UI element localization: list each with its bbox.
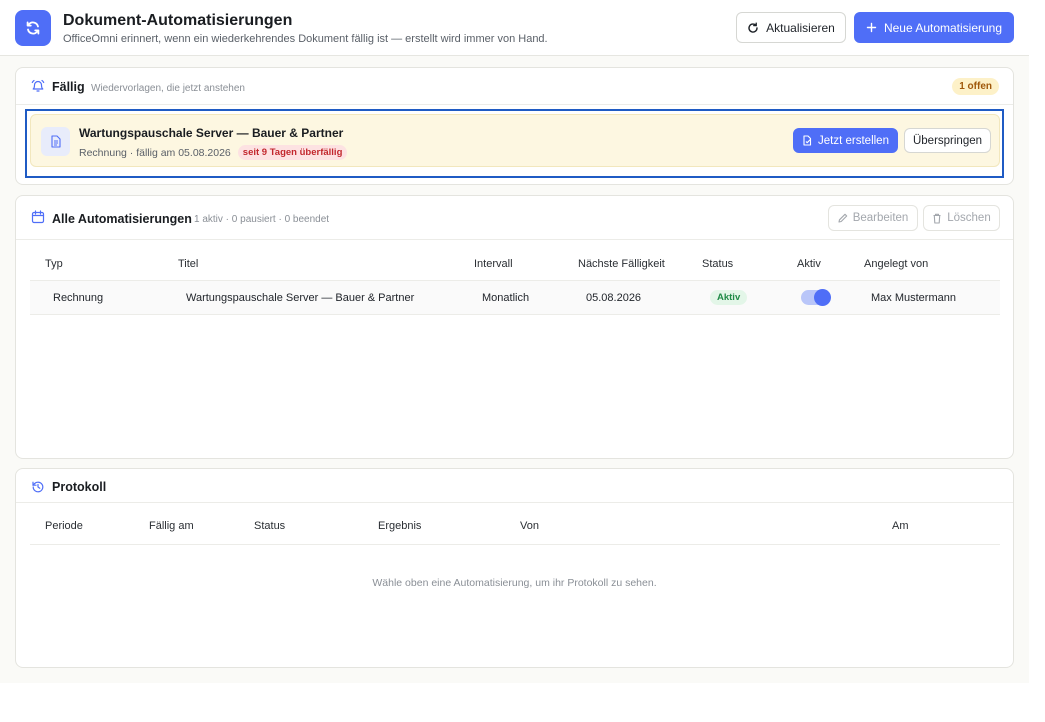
due-item: Wartungspauschale Server — Bauer & Partn… (30, 114, 1000, 167)
due-item-title: Wartungspauschale Server — Bauer & Partn… (79, 126, 344, 140)
column-header-next-due[interactable]: Nächste Fälligkeit (578, 258, 665, 270)
document-create-icon (803, 135, 812, 146)
log-empty-state: Wähle oben eine Automatisierung, um ihr … (372, 577, 657, 589)
column-header-created-by[interactable]: Angelegt von (864, 258, 928, 270)
log-header-by[interactable]: Von (520, 520, 539, 532)
automations-section-hint: 1 aktiv · 0 pausiert · 0 beendet (194, 214, 330, 225)
refresh-button[interactable]: Aktualisieren (736, 12, 846, 43)
page-subtitle: OfficeOmni erinnert, wenn ein wiederkehr… (63, 33, 548, 45)
app-root: Dokument-Automatisierungen OfficeOmni er… (0, 0, 1029, 683)
delete-button[interactable]: Löschen (923, 205, 1000, 231)
cell-next-due: 05.08.2026 (586, 292, 642, 304)
due-section: Fällig Wiedervorlagen, die jetzt anstehe… (15, 67, 1014, 185)
refresh-icon (748, 22, 758, 33)
column-header-interval[interactable]: Intervall (474, 258, 513, 270)
due-section-title: Fällig (52, 80, 85, 94)
edit-button[interactable]: Bearbeiten (828, 205, 918, 231)
automations-section-title: Alle Automatisierungen (52, 212, 192, 226)
edit-label: Bearbeiten (852, 212, 909, 224)
column-header-active[interactable]: Aktiv (797, 258, 821, 270)
active-toggle[interactable] (801, 289, 831, 306)
open-count-badge: 1 offen (952, 78, 999, 95)
table-row[interactable]: Rechnung Wartungspauschale Server — Baue… (30, 280, 1000, 315)
skip-button[interactable]: Überspringen (904, 128, 991, 153)
log-header-result[interactable]: Ergebnis (378, 520, 421, 532)
pencil-icon (838, 213, 847, 223)
due-section-header: Fällig Wiedervorlagen, die jetzt anstehe… (16, 68, 1013, 105)
new-automation-label: Neue Automatisierung (883, 20, 1003, 35)
refresh-label: Aktualisieren (766, 20, 835, 35)
page-header: Dokument-Automatisierungen OfficeOmni er… (0, 0, 1029, 56)
due-item-meta-text: Rechnung · fällig am 05.08.2026 (79, 146, 231, 159)
delete-label: Löschen (947, 212, 991, 224)
column-header-status[interactable]: Status (702, 258, 733, 270)
automations-section: Alle Automatisierungen 1 aktiv · 0 pausi… (15, 195, 1014, 459)
plus-icon (866, 22, 877, 33)
column-header-type[interactable]: Typ (45, 258, 63, 270)
create-now-label: Jetzt erstellen (818, 134, 889, 147)
column-header-title[interactable]: Titel (178, 258, 198, 270)
automation-sync-icon (15, 10, 51, 46)
due-item-meta: Rechnung · fällig am 05.08.2026 seit 9 T… (79, 145, 348, 160)
log-section: Protokoll Periode Fällig am Status Ergeb… (15, 468, 1014, 668)
log-header-period[interactable]: Periode (45, 520, 83, 532)
cell-interval: Monatlich (482, 292, 530, 304)
cell-title: Wartungspauschale Server — Bauer & Partn… (186, 292, 415, 304)
automations-section-header: Alle Automatisierungen 1 aktiv · 0 pausi… (16, 196, 1013, 240)
page-title: Dokument-Automatisierungen (63, 12, 293, 29)
log-header-status[interactable]: Status (254, 520, 285, 532)
bell-icon (31, 79, 45, 92)
overdue-badge: seit 9 Tagen überfällig (237, 145, 348, 160)
toggle-knob (814, 289, 831, 306)
calendar-icon (31, 210, 45, 224)
log-header-due-date[interactable]: Fällig am (149, 520, 194, 532)
history-icon (32, 481, 44, 493)
status-badge: Aktiv (710, 290, 748, 305)
create-now-button[interactable]: Jetzt erstellen (793, 128, 898, 153)
trash-icon (933, 213, 941, 224)
log-divider (30, 544, 1000, 545)
cell-type: Rechnung (53, 292, 104, 304)
due-section-hint: Wiedervorlagen, die jetzt anstehen (91, 83, 245, 94)
log-section-title: Protokoll (52, 480, 107, 494)
new-automation-button[interactable]: Neue Automatisierung (854, 12, 1014, 43)
log-header-at[interactable]: Am (892, 520, 909, 532)
skip-label: Überspringen (912, 134, 983, 147)
log-section-header: Protokoll (16, 469, 1013, 503)
cell-created-by: Max Mustermann (871, 292, 956, 304)
document-icon (41, 127, 70, 156)
